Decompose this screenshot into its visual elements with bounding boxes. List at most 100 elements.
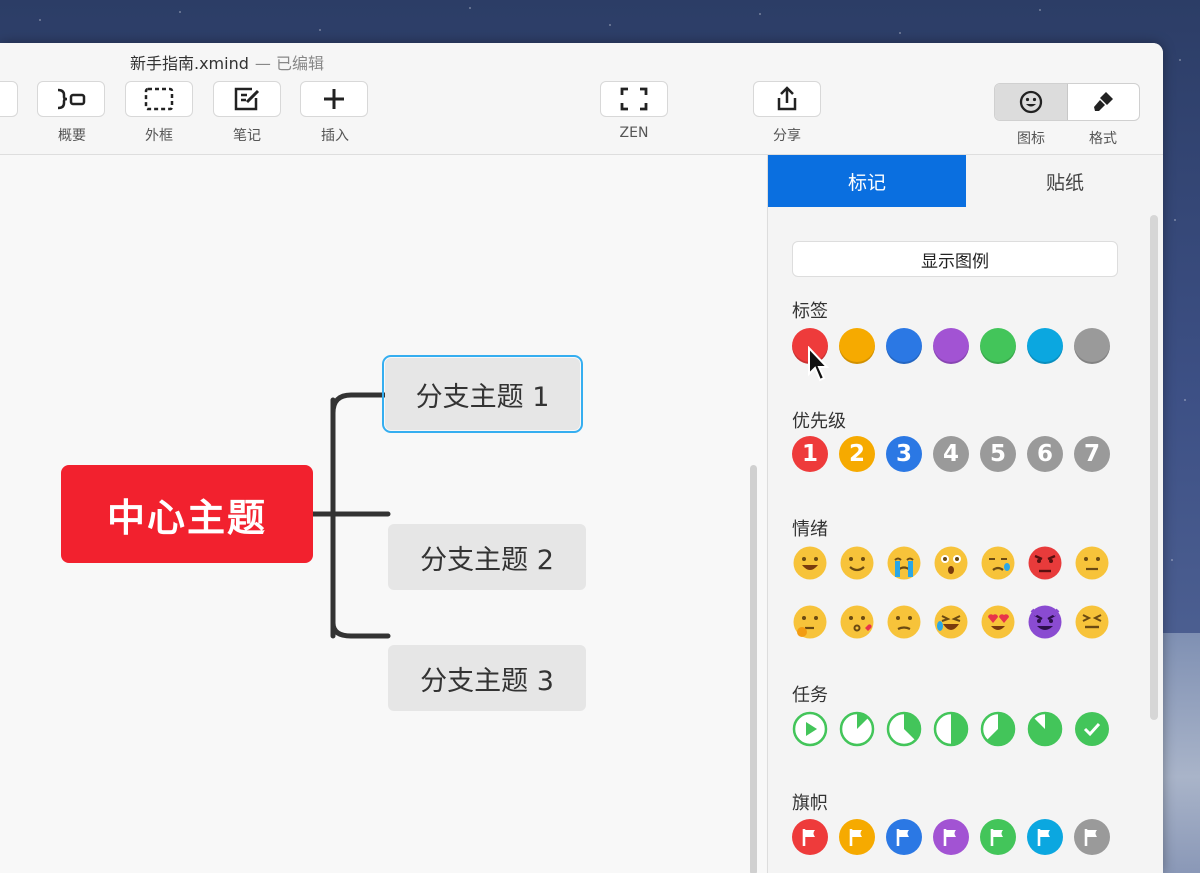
priority-marker-5[interactable]: 5 [980, 436, 1016, 472]
tag-marker-4[interactable] [933, 328, 969, 364]
tab-stickers[interactable]: 贴纸 [966, 155, 1163, 207]
priority-number: 4 [942, 441, 959, 467]
smiling-face-icon[interactable] [839, 545, 875, 581]
plus-icon [324, 89, 344, 109]
sidebar-switch [994, 83, 1140, 121]
zen-button[interactable] [600, 81, 668, 117]
branch-topic-2[interactable]: 分支主题 2 [388, 524, 586, 590]
heart-eyes-face-icon[interactable] [980, 604, 1016, 640]
mindmap-canvas[interactable]: 中心主题 分支主题 1 分支主题 2 分支主题 3 [0, 155, 766, 873]
priority-number: 2 [848, 441, 865, 467]
show-legend-button[interactable]: 显示图例 [792, 241, 1118, 277]
priority-number: 6 [1036, 441, 1053, 467]
notes-icon [234, 87, 260, 111]
format-tab-label: 格式 [1089, 131, 1117, 147]
priority-marker-6[interactable]: 6 [1027, 436, 1063, 472]
branch-topic-1[interactable]: 分支主题 1 [382, 355, 583, 433]
sad-tear-face-icon[interactable] [980, 545, 1016, 581]
central-topic[interactable]: 中心主题 [61, 465, 313, 563]
thinking-face-icon[interactable] [792, 604, 828, 640]
mood-row-1 [792, 545, 1110, 581]
tag-marker-6[interactable] [1027, 328, 1063, 364]
devil-face-icon[interactable] [1027, 604, 1063, 640]
priority-marker-2[interactable]: 2 [839, 436, 875, 472]
flag-marker-6-icon[interactable] [1027, 819, 1063, 855]
crying-face-icon[interactable] [886, 545, 922, 581]
smiley-icon [1019, 90, 1042, 114]
notes-label: 笔记 [233, 128, 261, 144]
markers-panel: 标记 贴纸 显示图例 标签 优先级 1 2 3 4 5 6 7 情绪 任务 旗帜 [767, 155, 1163, 873]
flag-marker-4-icon[interactable] [933, 819, 969, 855]
task-progress-4-icon[interactable] [933, 711, 969, 747]
flag-marker-2-icon[interactable] [839, 819, 875, 855]
task-row [792, 711, 1110, 747]
section-title-priority: 优先级 [792, 411, 846, 432]
panel-scrollbar[interactable] [1150, 215, 1158, 720]
priority-marker-4[interactable]: 4 [933, 436, 969, 472]
window-title: 新手指南.xmind — 已编辑 [130, 50, 324, 74]
section-title-flag: 旗帜 [792, 793, 828, 814]
task-progress-3-icon[interactable] [886, 711, 922, 747]
confused-face-icon[interactable] [886, 604, 922, 640]
tag-marker-2[interactable] [839, 328, 875, 364]
summary-button[interactable] [37, 81, 105, 117]
partial-toolbar-button[interactable] [0, 81, 18, 117]
share-icon [777, 86, 797, 111]
notes-button[interactable] [213, 81, 281, 117]
tab-markers[interactable]: 标记 [768, 155, 966, 207]
edit-status: — 已编辑 [254, 54, 324, 73]
task-progress-7-icon[interactable] [1074, 711, 1110, 747]
fullscreen-icon [620, 87, 648, 111]
section-title-tag: 标签 [792, 301, 828, 322]
insert-button[interactable] [300, 81, 368, 117]
branch-topic-3[interactable]: 分支主题 3 [388, 645, 586, 711]
priority-number: 3 [895, 441, 912, 467]
priority-number: 5 [989, 441, 1006, 467]
tag-marker-5[interactable] [980, 328, 1016, 364]
share-label: 分享 [773, 128, 801, 144]
summary-label: 概要 [58, 128, 86, 144]
kissing-face-icon[interactable] [839, 604, 875, 640]
priority-number: 7 [1083, 441, 1100, 467]
priority-marker-3[interactable]: 3 [886, 436, 922, 472]
share-button[interactable] [753, 81, 821, 117]
angry-face-icon[interactable] [1027, 545, 1063, 581]
task-progress-1-icon[interactable] [792, 711, 828, 747]
flag-row [792, 819, 1110, 855]
astonished-face-icon[interactable] [933, 545, 969, 581]
section-title-task: 任务 [792, 685, 828, 706]
summary-icon [57, 88, 86, 110]
task-progress-5-icon[interactable] [980, 711, 1016, 747]
task-progress-6-icon[interactable] [1027, 711, 1063, 747]
tag-marker-7[interactable] [1074, 328, 1110, 364]
flag-marker-5-icon[interactable] [980, 819, 1016, 855]
desktop-cliff [1160, 633, 1200, 873]
document-name: 新手指南.xmind [130, 54, 249, 73]
mouse-cursor-icon [808, 346, 830, 382]
app-window: 新手指南.xmind — 已编辑 概要 外框 笔记 插入 ZEN 分享 图标 格… [0, 43, 1163, 873]
canvas-scrollbar[interactable] [750, 465, 757, 873]
priority-marker-7[interactable]: 7 [1074, 436, 1110, 472]
flag-marker-3-icon[interactable] [886, 819, 922, 855]
toolbar: 新手指南.xmind — 已编辑 概要 外框 笔记 插入 ZEN 分享 图标 格… [0, 43, 1163, 155]
mood-row-2 [792, 604, 1110, 640]
section-title-mood: 情绪 [792, 519, 828, 540]
flag-marker-1-icon[interactable] [792, 819, 828, 855]
format-tab-button[interactable] [1068, 84, 1140, 120]
tag-marker-3[interactable] [886, 328, 922, 364]
paintbrush-icon [1094, 92, 1114, 111]
tag-row [792, 328, 1110, 364]
grinning-face-icon[interactable] [792, 545, 828, 581]
priority-marker-1[interactable]: 1 [792, 436, 828, 472]
zen-label: ZEN [619, 125, 649, 141]
icon-tab-button[interactable] [995, 84, 1068, 120]
rofl-face-icon[interactable] [933, 604, 969, 640]
boundary-button[interactable] [125, 81, 193, 117]
boundary-label: 外框 [145, 128, 173, 144]
priority-row: 1 2 3 4 5 6 7 [792, 436, 1110, 472]
neutral-face-icon[interactable] [1074, 545, 1110, 581]
task-progress-2-icon[interactable] [839, 711, 875, 747]
squint-face-icon[interactable] [1074, 604, 1110, 640]
boundary-icon [144, 87, 174, 111]
flag-marker-7-icon[interactable] [1074, 819, 1110, 855]
